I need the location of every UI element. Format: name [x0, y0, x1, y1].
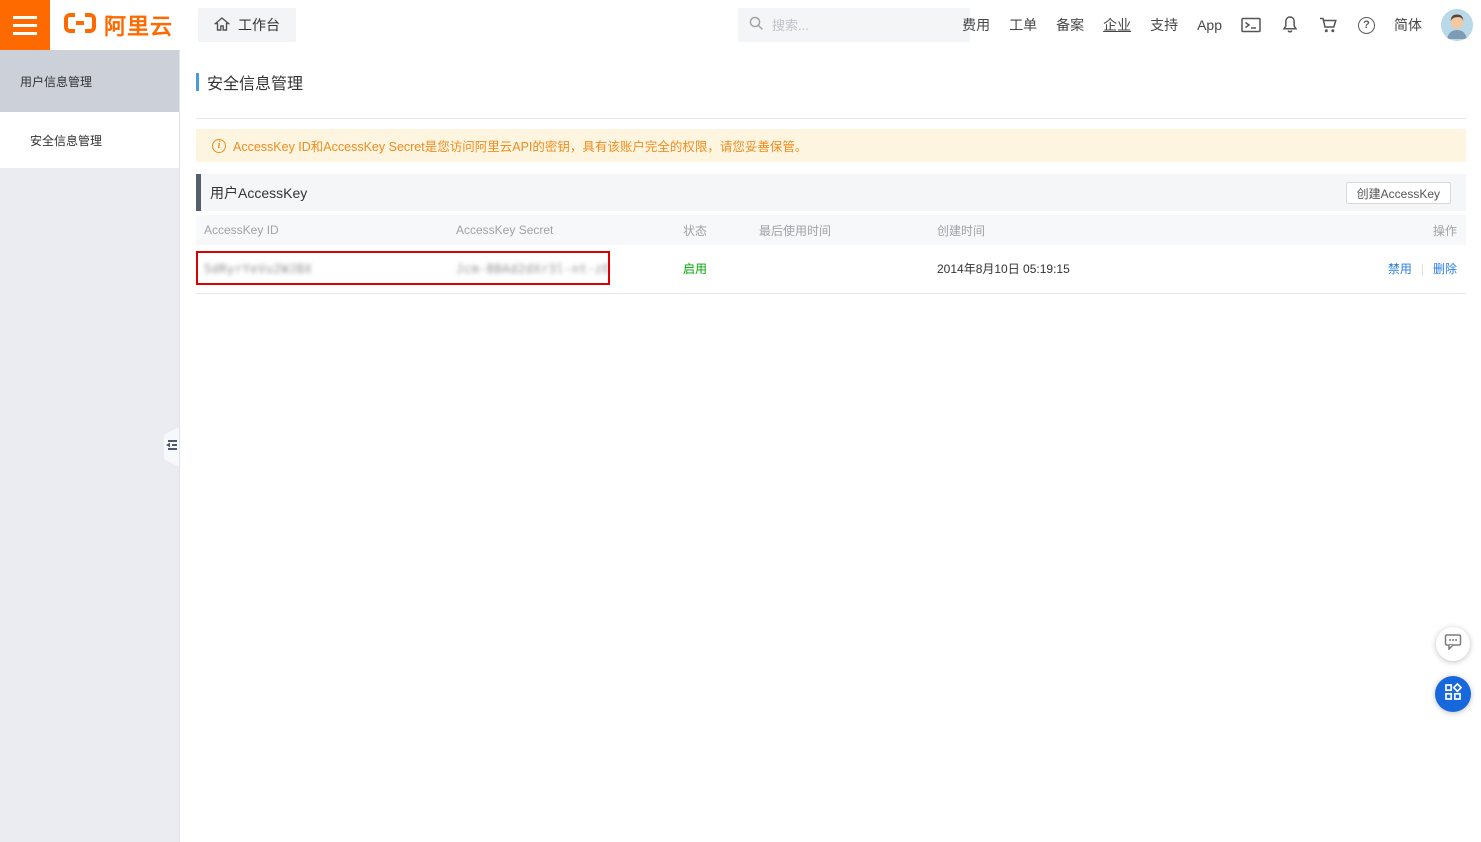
- shopping-cart-icon[interactable]: [1319, 15, 1339, 35]
- notification-bell-icon[interactable]: [1280, 15, 1300, 35]
- left-sidebar: 用户信息管理 安全信息管理: [0, 50, 180, 842]
- feedback-chat-button[interactable]: [1436, 627, 1470, 661]
- accesskey-secret-redacted-value: Jcm-BBAd2dXr3l-nt-zE: [456, 262, 611, 276]
- delete-accesskey-link[interactable]: 删除: [1433, 262, 1457, 276]
- workbench-button[interactable]: 工作台: [198, 8, 296, 42]
- accesskey-id-redacted-value: 5dRyrYeVu2WJBX: [204, 262, 312, 276]
- aliyun-logo-icon: [63, 11, 97, 40]
- page-title: 安全信息管理: [207, 70, 303, 94]
- help-icon[interactable]: ?: [1358, 17, 1375, 34]
- created-time-cell: 2014年8月10日 05:19:15: [929, 245, 1316, 293]
- sidebar-item-label: 安全信息管理: [30, 132, 102, 149]
- top-right-menu: 费用 工单 备案 企业 支持 App ? 简体: [962, 0, 1473, 50]
- col-created-time: 创建时间: [929, 215, 1316, 245]
- col-last-used: 最后使用时间: [751, 215, 929, 245]
- accesskey-warning-notice: i AccessKey ID和AccessKey Secret是您访问阿里云AP…: [196, 129, 1466, 162]
- col-accesskey-id: AccessKey ID: [196, 215, 448, 245]
- sidebar-item-security-info-management[interactable]: 安全信息管理: [0, 112, 179, 168]
- col-status: 状态: [675, 215, 751, 245]
- cloudshell-terminal-icon[interactable]: [1241, 15, 1261, 35]
- title-divider: [196, 118, 1466, 119]
- menu-item-icp-filing[interactable]: 备案: [1056, 15, 1084, 35]
- menu-item-enterprise[interactable]: 企业: [1103, 15, 1131, 35]
- user-accesskey-section-header: 用户AccessKey 创建AccessKey: [196, 174, 1466, 211]
- status-enabled-badge: 启用: [683, 262, 707, 276]
- table-header-row: AccessKey ID AccessKey Secret 状态 最后使用时间 …: [196, 215, 1466, 245]
- search-icon: [748, 15, 764, 36]
- home-icon: [214, 16, 230, 35]
- workbench-label: 工作台: [238, 15, 280, 35]
- aliyun-logo[interactable]: 阿里云: [63, 9, 173, 41]
- sidebar-collapse-handle[interactable]: [164, 427, 179, 467]
- disable-accesskey-link[interactable]: 禁用: [1388, 262, 1412, 276]
- section-title: 用户AccessKey: [210, 183, 307, 203]
- hamburger-menu-button[interactable]: [0, 0, 50, 50]
- accesskey-secret-cell: Jcm-BBAd2dXr3l-nt-zE: [448, 245, 675, 293]
- sidebar-item-user-info-management[interactable]: 用户信息管理: [0, 50, 179, 112]
- notice-text: AccessKey ID和AccessKey Secret是您访问阿里云API的…: [233, 136, 807, 155]
- search-input[interactable]: [772, 18, 942, 33]
- menu-item-billing[interactable]: 费用: [962, 15, 990, 35]
- collapse-menu-icon: [166, 438, 178, 456]
- accesskey-table: AccessKey ID AccessKey Secret 状态 最后使用时间 …: [196, 215, 1466, 294]
- app-grid-icon: [1444, 683, 1462, 706]
- search-box[interactable]: [738, 8, 970, 42]
- sidebar-item-label: 用户信息管理: [20, 73, 92, 90]
- accesskey-table-wrap: AccessKey ID AccessKey Secret 状态 最后使用时间 …: [196, 215, 1466, 294]
- top-header: 阿里云 工作台 费用 工单 备案 企业 支持 App: [0, 0, 1481, 50]
- col-actions: 操作: [1316, 215, 1466, 245]
- chat-bubble-icon: [1444, 633, 1462, 655]
- menu-item-support[interactable]: 支持: [1150, 15, 1178, 35]
- info-icon: i: [212, 139, 226, 153]
- action-separator: |: [1421, 262, 1424, 276]
- accesskey-row: 5dRyrYeVu2WJBX Jcm-BBAd2dXr3l-nt-zE 启用 2…: [196, 245, 1466, 293]
- page-title-row: 安全信息管理: [196, 72, 1466, 92]
- title-accent-bar: [196, 73, 199, 91]
- main-content: 安全信息管理 i AccessKey ID和AccessKey Secret是您…: [181, 50, 1481, 842]
- menu-item-app[interactable]: App: [1197, 17, 1222, 33]
- create-accesskey-button[interactable]: 创建AccessKey: [1346, 182, 1451, 204]
- aliyun-logo-text: 阿里云: [104, 9, 173, 41]
- language-switch[interactable]: 简体: [1394, 15, 1422, 35]
- app-grid-button[interactable]: [1435, 676, 1471, 712]
- status-cell: 启用: [675, 245, 751, 293]
- col-accesskey-secret: AccessKey Secret: [448, 215, 675, 245]
- last-used-cell: [751, 245, 929, 293]
- actions-cell: 禁用 | 删除: [1316, 245, 1466, 293]
- menu-item-ticket[interactable]: 工单: [1009, 15, 1037, 35]
- user-avatar[interactable]: [1441, 9, 1473, 41]
- accesskey-id-cell: 5dRyrYeVu2WJBX: [196, 245, 448, 293]
